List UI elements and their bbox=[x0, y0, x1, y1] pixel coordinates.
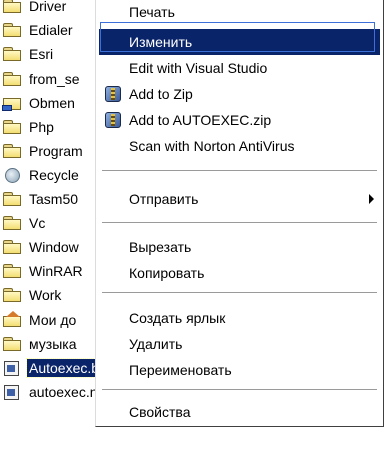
folder-icon bbox=[2, 262, 24, 280]
file-item-from-se[interactable]: from_se bbox=[2, 67, 82, 91]
file-item-edialer[interactable]: Edialer bbox=[2, 18, 75, 42]
menu-item-add-to-autoexec-zip[interactable]: Add to AUTOEXEC.zip bbox=[99, 107, 380, 133]
menu-item-label: Копировать bbox=[129, 265, 205, 281]
file-item-esri[interactable]: Esri bbox=[2, 42, 55, 66]
system-file-icon bbox=[2, 383, 24, 401]
file-label: Esri bbox=[29, 46, 54, 62]
blank-icon bbox=[103, 334, 123, 354]
file-label: Vc bbox=[29, 215, 46, 231]
blank-icon bbox=[103, 58, 123, 78]
file-item-obmen[interactable]: Obmen bbox=[2, 91, 77, 115]
folder-icon bbox=[2, 21, 24, 39]
menu-item-label: Add to AUTOEXEC.zip bbox=[129, 112, 272, 128]
menu-item-label: Свойства bbox=[129, 404, 191, 420]
menu-separator bbox=[102, 292, 377, 294]
folder-icon bbox=[2, 142, 24, 160]
blank-icon bbox=[103, 136, 123, 156]
menu-item-copy[interactable]: Копировать bbox=[99, 260, 380, 286]
menu-item-cut[interactable]: Вырезать bbox=[99, 234, 380, 260]
file-label: музыка bbox=[29, 336, 77, 352]
menu-item-label: Add to Zip bbox=[129, 86, 193, 102]
menu-item-create-shortcut[interactable]: Создать ярлык bbox=[99, 305, 380, 331]
menu-item-print[interactable]: Печать bbox=[99, 0, 380, 25]
menu-separator bbox=[102, 170, 377, 172]
menu-item-label: Переименовать bbox=[129, 362, 232, 378]
menu-item-label: Удалить bbox=[129, 336, 183, 352]
file-label: Edialer bbox=[29, 22, 73, 38]
file-item-php[interactable]: Php bbox=[2, 115, 56, 139]
folder-icon bbox=[2, 190, 24, 208]
folder-icon bbox=[2, 214, 24, 232]
file-label: from_se bbox=[29, 71, 80, 87]
folder-icon bbox=[2, 238, 24, 256]
file-label: Recycle bbox=[29, 167, 79, 183]
winzip-icon bbox=[103, 84, 123, 104]
folder-icon bbox=[2, 286, 24, 304]
file-item-recycle[interactable]: Recycle bbox=[2, 163, 81, 187]
menu-item-label: Печать bbox=[129, 4, 175, 20]
network-folder-icon bbox=[2, 94, 24, 112]
menu-item-label: Создать ярлык bbox=[129, 310, 226, 326]
blank-icon bbox=[103, 189, 123, 209]
menu-item-label: Scan with Norton AntiVirus bbox=[129, 138, 295, 154]
menu-item-properties[interactable]: Свойства bbox=[99, 399, 380, 425]
blank-icon bbox=[103, 2, 123, 22]
menu-item-edit-visual-studio[interactable]: Edit with Visual Studio bbox=[99, 55, 380, 81]
menu-separator bbox=[102, 389, 377, 391]
context-menu: Печать Изменить Edit with Visual Studio … bbox=[95, 0, 384, 427]
menu-item-label: Edit with Visual Studio bbox=[129, 60, 268, 76]
blank-icon bbox=[103, 402, 123, 422]
file-item-tasm50[interactable]: Tasm50 bbox=[2, 187, 80, 211]
menu-item-delete[interactable]: Удалить bbox=[99, 331, 380, 357]
blank-icon bbox=[103, 237, 123, 257]
file-label: Program bbox=[29, 143, 83, 159]
menu-separator bbox=[102, 222, 377, 224]
folder-icon bbox=[2, 118, 24, 136]
folder-icon bbox=[2, 70, 24, 88]
winzip-icon bbox=[103, 110, 123, 130]
blank-icon bbox=[103, 360, 123, 380]
menu-item-label: Изменить bbox=[129, 34, 193, 50]
menu-item-norton-scan[interactable]: Scan with Norton AntiVirus bbox=[99, 133, 380, 159]
file-label: WinRAR bbox=[29, 263, 83, 279]
folder-icon bbox=[2, 335, 24, 353]
file-label: Obmen bbox=[29, 95, 75, 111]
menu-item-add-to-zip[interactable]: Add to Zip bbox=[99, 81, 380, 107]
file-label: Tasm50 bbox=[29, 191, 79, 207]
file-item-winrar[interactable]: WinRAR bbox=[2, 259, 85, 283]
file-item-program[interactable]: Program bbox=[2, 139, 85, 163]
file-item-music[interactable]: музыка bbox=[2, 332, 78, 356]
folder-icon bbox=[2, 45, 24, 63]
file-label: Php bbox=[29, 119, 54, 135]
menu-item-label: Вырезать bbox=[129, 239, 192, 255]
menu-item-rename[interactable]: Переименовать bbox=[99, 357, 380, 383]
blank-icon bbox=[103, 308, 123, 328]
file-item-vc[interactable]: Vc bbox=[2, 211, 47, 235]
home-folder-icon bbox=[2, 311, 24, 329]
folder-icon bbox=[2, 0, 24, 15]
file-item-windows[interactable]: Window bbox=[2, 235, 81, 259]
file-label: Window bbox=[29, 239, 79, 255]
file-label: Мои до bbox=[29, 312, 77, 328]
blank-icon bbox=[103, 32, 123, 52]
file-label: Driver bbox=[29, 0, 67, 14]
menu-item-label: Отправить bbox=[129, 191, 199, 207]
file-item-work[interactable]: Work bbox=[2, 283, 63, 307]
menu-item-edit[interactable]: Изменить bbox=[99, 29, 380, 55]
file-item-driver[interactable]: Driver bbox=[2, 0, 68, 18]
file-label: Work bbox=[29, 287, 62, 303]
system-file-icon bbox=[2, 359, 24, 377]
recycle-bin-icon bbox=[2, 166, 24, 184]
submenu-arrow-icon bbox=[369, 194, 374, 204]
blank-icon bbox=[103, 263, 123, 283]
menu-item-send-to[interactable]: Отправить bbox=[99, 186, 380, 212]
file-item-my-documents[interactable]: Мои до bbox=[2, 308, 78, 332]
